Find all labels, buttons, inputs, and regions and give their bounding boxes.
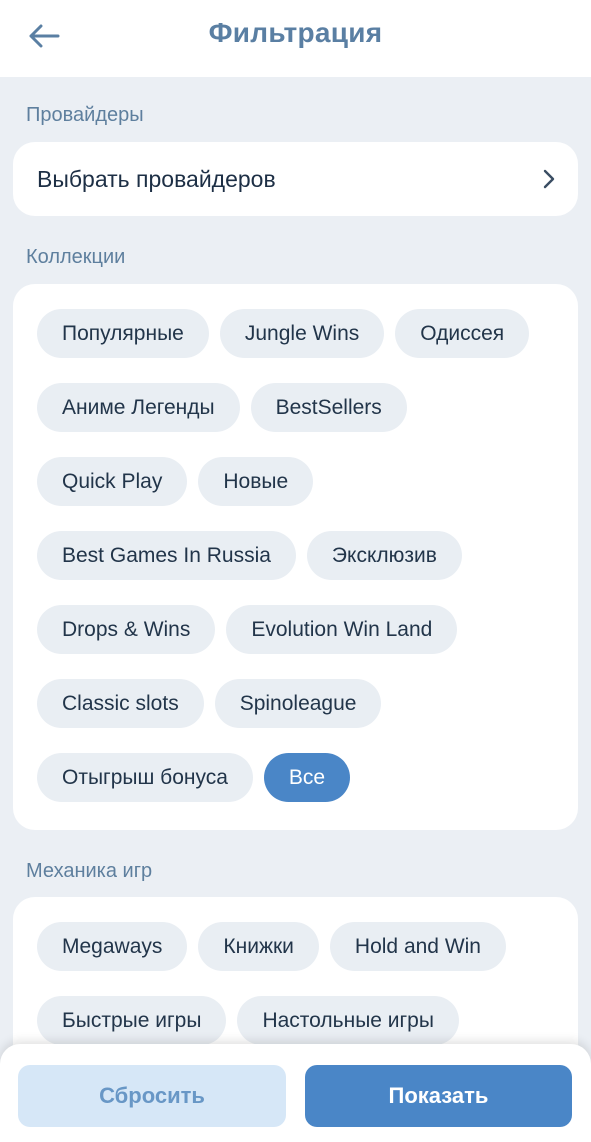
collection-chip[interactable]: Одиссея (395, 309, 530, 358)
select-providers-label: Выбрать провайдеров (37, 165, 276, 192)
mechanics-section-label: Механика игр (26, 860, 153, 882)
collection-chip[interactable]: Quick Play (37, 457, 188, 506)
providers-section-label: Провайдеры (26, 104, 144, 126)
collections-chip-list: Популярные Jungle Wins Одиссея Аниме Легенд… (13, 284, 578, 828)
collection-chip[interactable]: BestSellers (250, 383, 407, 432)
collection-chip[interactable]: Новые (198, 457, 314, 506)
collection-chip[interactable]: Эксклюзив (306, 531, 462, 580)
collection-chip[interactable]: Evolution Win Land (226, 605, 458, 654)
mechanic-chip[interactable]: Быстрые игры (37, 996, 227, 1045)
collection-chip[interactable]: Популярные (37, 309, 209, 358)
show-button[interactable]: Показать (305, 1065, 572, 1127)
mechanic-chip[interactable]: Megaways (37, 922, 188, 971)
mechanic-chip[interactable]: Hold and Win (329, 922, 506, 971)
select-providers-button[interactable]: Выбрать провайдеров (13, 142, 578, 216)
collection-chip[interactable]: Все (263, 753, 351, 802)
header: Фильтрация (0, 0, 591, 77)
collection-chip[interactable]: Best Games In Russia (37, 531, 296, 580)
collections-section-label: Коллекции (26, 246, 126, 268)
footer-bar: Сбросить Показать (0, 1044, 591, 1142)
collection-chip[interactable]: Spinoleague (214, 679, 382, 728)
collections-card: Популярные Jungle Wins Одиссея Аниме Легенд… (13, 284, 578, 830)
reset-button[interactable]: Сбросить (18, 1065, 286, 1127)
collection-chip[interactable]: Drops & Wins (37, 605, 216, 654)
collection-chip[interactable]: Аниме Легенды (37, 383, 240, 432)
page-title: Фильтрация (208, 17, 383, 48)
collection-chip[interactable]: Jungle Wins (219, 309, 385, 358)
mechanic-chip[interactable]: Книжки (198, 922, 319, 971)
collection-chip[interactable]: Classic slots (37, 679, 204, 728)
mechanic-chip[interactable]: Настольные игры (237, 996, 459, 1045)
collection-chip[interactable]: Отыгрыш бонуса (37, 753, 253, 802)
chevron-right-icon (543, 169, 555, 189)
